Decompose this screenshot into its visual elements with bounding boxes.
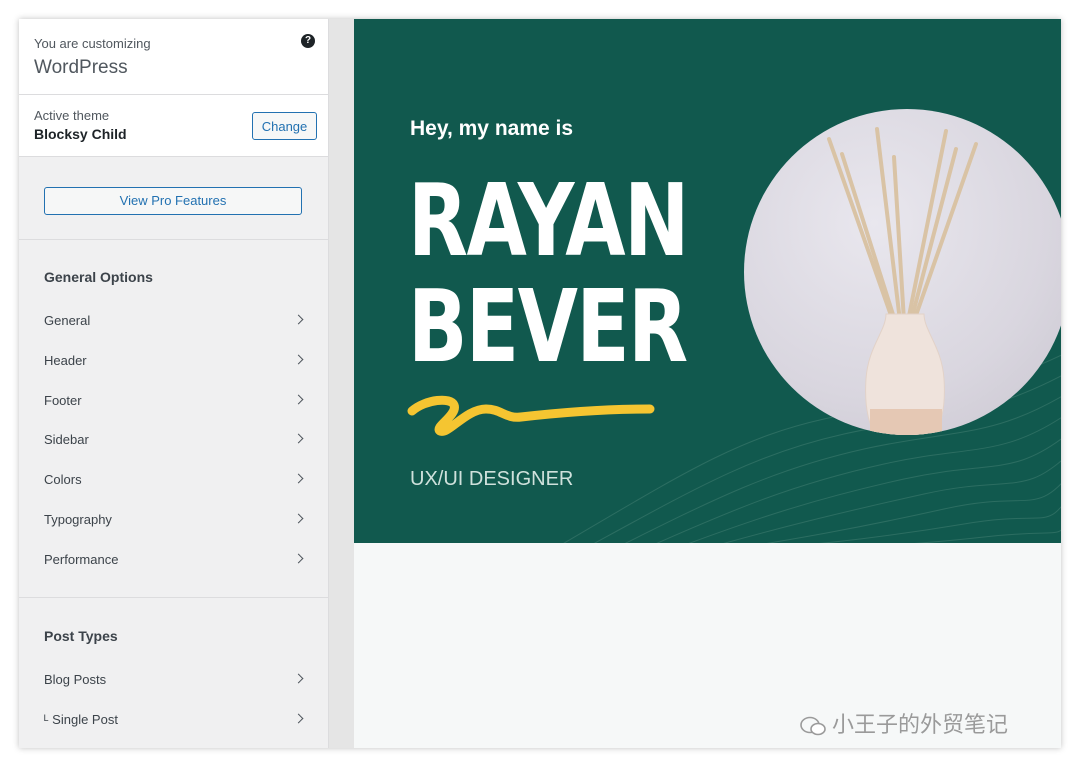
menu-item-label: Performance bbox=[44, 552, 119, 567]
menu-item-label: Typography bbox=[44, 512, 112, 527]
menu-item-label: Colors bbox=[44, 472, 82, 487]
chevron-right-icon bbox=[293, 394, 304, 405]
menu-item-header[interactable]: Header bbox=[19, 341, 328, 381]
chevron-right-icon bbox=[293, 673, 304, 684]
menu-item-label: Blog Posts bbox=[44, 672, 107, 687]
chevron-right-icon bbox=[293, 713, 304, 724]
watermark: 小王子的外贸笔记 bbox=[800, 707, 1008, 739]
hero-role: UX/UI DESIGNER bbox=[410, 468, 574, 490]
menu-item-label: Footer bbox=[44, 393, 82, 408]
menu-item-footer[interactable]: Footer bbox=[19, 381, 328, 421]
general-options-heading: General Options bbox=[44, 269, 153, 285]
menu-item-typography[interactable]: Typography bbox=[19, 500, 328, 540]
menu-item-label: General bbox=[44, 313, 91, 328]
wechat-icon bbox=[800, 716, 826, 736]
active-theme-name: Blocksy Child bbox=[34, 126, 127, 142]
chevron-right-icon bbox=[293, 473, 304, 484]
hero-section: Hey, my name is RAYAN BEVER UX/UI DESIGN… bbox=[354, 19, 1061, 543]
hero-greeting: Hey, my name is bbox=[410, 117, 574, 140]
section-divider bbox=[19, 597, 328, 598]
hero-first-name: RAYAN bbox=[408, 162, 689, 279]
customizer-window: You are customizing WordPress ? Active t… bbox=[19, 19, 1061, 748]
chevron-right-icon bbox=[293, 433, 304, 444]
site-preview[interactable]: Hey, my name is RAYAN BEVER UX/UI DESIGN… bbox=[354, 19, 1061, 748]
change-theme-button[interactable]: Change bbox=[252, 112, 317, 140]
watermark-text: 小王子的外贸笔记 bbox=[832, 713, 1009, 738]
chevron-right-icon bbox=[293, 314, 304, 325]
help-icon[interactable]: ? bbox=[301, 34, 315, 48]
yellow-squiggle-decoration bbox=[407, 395, 655, 436]
menu-item-label: Header bbox=[44, 353, 87, 368]
pro-features-section: View Pro Features bbox=[19, 157, 328, 240]
customizer-header: You are customizing WordPress ? bbox=[19, 19, 328, 95]
view-pro-features-button[interactable]: View Pro Features bbox=[44, 187, 302, 215]
chevron-right-icon bbox=[293, 513, 304, 524]
hero-photo bbox=[744, 109, 1061, 435]
menu-item-general[interactable]: General bbox=[19, 301, 328, 341]
chevron-right-icon bbox=[293, 354, 304, 365]
customizer-sidebar: You are customizing WordPress ? Active t… bbox=[19, 19, 329, 748]
hero-last-name: BEVER bbox=[408, 268, 688, 385]
post-types-heading: Post Types bbox=[44, 628, 118, 644]
active-theme-section: Active theme Blocksy Child Change bbox=[19, 95, 328, 157]
menu-item-performance[interactable]: Performance bbox=[19, 540, 328, 580]
menu-item-label: ᴸ Single Post bbox=[44, 712, 118, 727]
preview-gutter bbox=[329, 19, 354, 748]
menu-item-single-post[interactable]: ᴸ Single Post bbox=[19, 700, 328, 740]
menu-item-sidebar[interactable]: Sidebar bbox=[19, 420, 328, 460]
menu-item-label: Sidebar bbox=[44, 432, 89, 447]
customizing-label: You are customizing bbox=[34, 36, 151, 51]
chevron-right-icon bbox=[293, 553, 304, 564]
site-title: WordPress bbox=[34, 57, 128, 78]
menu-item-blog-posts[interactable]: Blog Posts bbox=[19, 660, 328, 700]
menu-item-colors[interactable]: Colors bbox=[19, 460, 328, 500]
active-theme-label: Active theme bbox=[34, 108, 110, 123]
reed-diffuser-illustration bbox=[827, 127, 978, 435]
